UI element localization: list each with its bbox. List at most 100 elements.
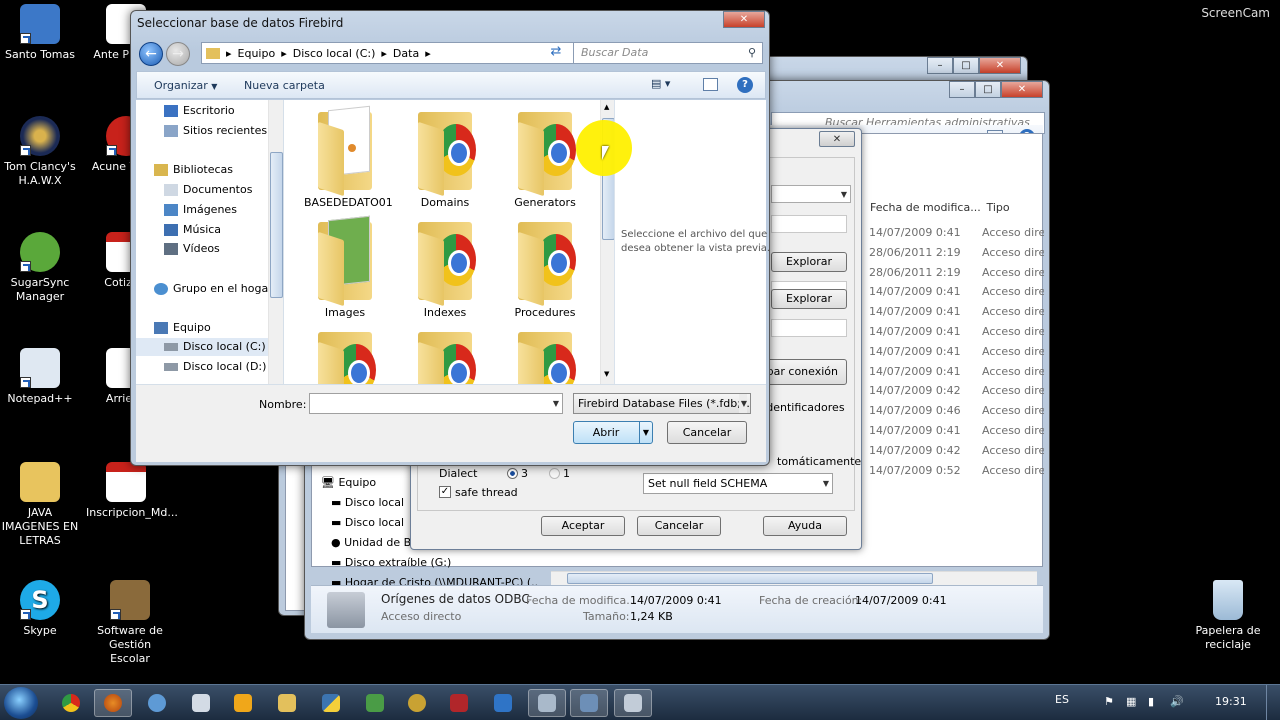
nav-equipo[interactable]: Equipo — [154, 319, 211, 337]
nav-grupo-hogar[interactable]: Grupo en el hogar — [154, 280, 273, 298]
open-button[interactable]: Abrir ▼ — [573, 421, 653, 444]
folder-procedures[interactable]: Procedures — [504, 216, 586, 319]
explore-button-2[interactable]: Explorar — [771, 289, 847, 309]
folder-domains[interactable]: Domains — [404, 106, 486, 209]
file-row[interactable]: 14/07/2009 0:41 Acceso direc — [869, 322, 1044, 341]
nav-scrollbar[interactable] — [268, 100, 283, 384]
file-row[interactable]: 14/07/2009 0:52 Acceso direc — [869, 461, 1044, 480]
nav-disco-d[interactable]: Disco local (D:) — [164, 358, 266, 376]
breadcrumb-equipo[interactable]: Equipo — [238, 47, 276, 60]
back-button[interactable]: ← — [139, 42, 163, 66]
dialect-3-radio[interactable] — [507, 468, 518, 479]
explore-button-1[interactable]: Explorar — [771, 252, 847, 272]
taskbar-window3[interactable] — [614, 689, 652, 717]
scroll-up-icon[interactable]: ▲ — [604, 103, 609, 111]
cancel-button[interactable]: Cancelar — [667, 421, 747, 444]
folder-item[interactable] — [304, 326, 386, 384]
null-field-select[interactable]: Set null field SCHEMA ▼ — [643, 473, 833, 494]
scroll-down-icon[interactable]: ▼ — [604, 370, 609, 378]
horizontal-scrollbar[interactable] — [551, 571, 1037, 585]
file-row[interactable]: 28/06/2011 2:19 Acceso direc — [869, 263, 1044, 282]
desktop-icon-skype[interactable]: S Skype — [0, 580, 80, 638]
taskbar-globe[interactable] — [138, 689, 176, 717]
clock[interactable]: 19:31 — [1215, 695, 1247, 708]
test-connection-button[interactable]: bar conexión — [763, 359, 847, 385]
file-row[interactable]: 14/07/2009 0:41 Acceso direc — [869, 223, 1044, 242]
file-row[interactable]: 14/07/2009 0:41 Acceso direc — [869, 362, 1044, 381]
close-button[interactable]: ✕ — [979, 57, 1021, 74]
file-row[interactable]: 14/07/2009 0:41 Acceso direc — [869, 282, 1044, 301]
taskbar-window1[interactable] — [528, 689, 566, 717]
folder-indexes[interactable]: Indexes — [404, 216, 486, 319]
desktop-icon-notepadpp[interactable]: Notepad++ — [0, 348, 80, 406]
desktop-icon-software-escolar[interactable]: Software de Gestión Escolar — [90, 580, 170, 666]
chevron-down-icon[interactable]: ▼ — [639, 422, 652, 443]
preview-pane-icon[interactable] — [703, 78, 718, 91]
taskbar-media[interactable] — [224, 689, 262, 717]
scrollbar-thumb[interactable] — [270, 152, 283, 298]
file-row[interactable]: 28/06/2011 2:19 Acceso direc — [869, 243, 1044, 262]
scrollbar-thumb[interactable] — [567, 573, 933, 584]
file-row[interactable]: 14/07/2009 0:41 Acceso direc — [869, 342, 1044, 361]
folder-generators[interactable]: Generators — [504, 106, 586, 209]
breadcrumb-disco-local[interactable]: Disco local (C:) — [293, 47, 376, 60]
file-type-select[interactable]: Firebird Database Files (*.fdb;*.g ▼ — [573, 393, 751, 414]
desktop-icon-sugarsync[interactable]: SugarSync Manager — [0, 232, 80, 304]
taskbar-app5[interactable] — [484, 689, 522, 717]
close-button[interactable]: ✕ — [819, 131, 855, 147]
nav-videos[interactable]: Vídeos — [164, 240, 220, 258]
close-button[interactable]: ✕ — [1001, 81, 1043, 98]
config-combo[interactable]: ▼ — [771, 185, 851, 203]
taskbar-window2[interactable] — [570, 689, 608, 717]
file-row[interactable]: 14/07/2009 0:42 Acceso direc — [869, 381, 1044, 400]
breadcrumb-data[interactable]: Data — [393, 47, 419, 60]
new-folder-button[interactable]: Nueva carpeta — [244, 79, 325, 92]
desktop-icon-inscripcion[interactable]: Inscripcion_Md... — [86, 462, 178, 520]
dialect-1-radio[interactable] — [549, 468, 560, 479]
desktop-icon-recycle-bin[interactable]: Papelera de reciclaje — [1188, 580, 1268, 652]
nav-disco-c[interactable]: Disco local (C:) — [136, 338, 283, 356]
file-row[interactable]: 14/07/2009 0:46 Acceso direc — [869, 401, 1044, 420]
volume-icon[interactable]: 🔊 — [1170, 695, 1184, 708]
nav-disco-extraible[interactable]: ▬ Disco extraíble (G:) — [321, 553, 537, 573]
refresh-icon[interactable]: ⇄ — [545, 44, 567, 62]
nav-documentos[interactable]: Documentos — [164, 181, 252, 199]
taskbar-app3[interactable] — [398, 689, 436, 717]
column-header-date[interactable]: Fecha de modifica... — [870, 198, 983, 218]
flag-icon[interactable]: ⚑ — [1104, 695, 1114, 708]
taskbar-explorer[interactable] — [268, 689, 306, 717]
minimize-button[interactable]: – — [927, 57, 953, 74]
taskbar-app[interactable] — [182, 689, 220, 717]
organize-button[interactable]: Organizar ▼ — [154, 79, 217, 92]
nav-escritorio[interactable]: Escritorio — [164, 102, 235, 120]
taskbar-app2[interactable] — [356, 689, 394, 717]
language-indicator[interactable]: ES — [1055, 693, 1069, 706]
change-view-icon[interactable]: ▤ ▾ — [651, 77, 670, 90]
file-row[interactable]: 14/07/2009 0:42 Acceso direc — [869, 441, 1044, 460]
taskbar-app4[interactable] — [440, 689, 478, 717]
nav-bibliotecas[interactable]: Bibliotecas — [154, 161, 233, 179]
forward-button[interactable]: → — [166, 42, 190, 66]
nav-sitios-recientes[interactable]: Sitios recientes — [164, 122, 267, 140]
file-row[interactable]: 14/07/2009 0:41 Acceso direc — [869, 421, 1044, 440]
desktop-icon-hawx[interactable]: Tom Clancy's H.A.W.X — [0, 116, 80, 188]
column-header-type[interactable]: Tipo — [987, 201, 1010, 214]
taskbar-python[interactable] — [312, 689, 350, 717]
folder-basededato01[interactable]: BASEDEDATO01 — [304, 105, 393, 209]
filename-input[interactable]: ▼ — [309, 393, 563, 414]
maximize-button[interactable]: □ — [953, 57, 979, 74]
folder-item[interactable] — [404, 326, 486, 384]
desktop-icon-santo-tomas[interactable]: Santo Tomas — [0, 4, 80, 62]
battery-icon[interactable]: ▮ — [1148, 695, 1154, 708]
maximize-button[interactable]: □ — [975, 81, 1001, 98]
close-button[interactable]: ✕ — [723, 11, 765, 28]
folder-item[interactable] — [504, 326, 586, 384]
help-button[interactable]: Ayuda — [763, 516, 847, 536]
address-bar[interactable]: ▸ Equipo ▸ Disco local (C:) ▸ Data ▸ ▼ — [201, 42, 591, 64]
safe-thread-checkbox[interactable]: ✓ — [439, 486, 451, 498]
cancel-button[interactable]: Cancelar — [637, 516, 721, 536]
nav-imagenes[interactable]: Imágenes — [164, 201, 237, 219]
start-button[interactable] — [4, 687, 38, 719]
desktop-icon-java-folder[interactable]: JAVA IMAGENES EN LETRAS — [0, 462, 80, 548]
show-desktop-button[interactable] — [1266, 685, 1280, 720]
